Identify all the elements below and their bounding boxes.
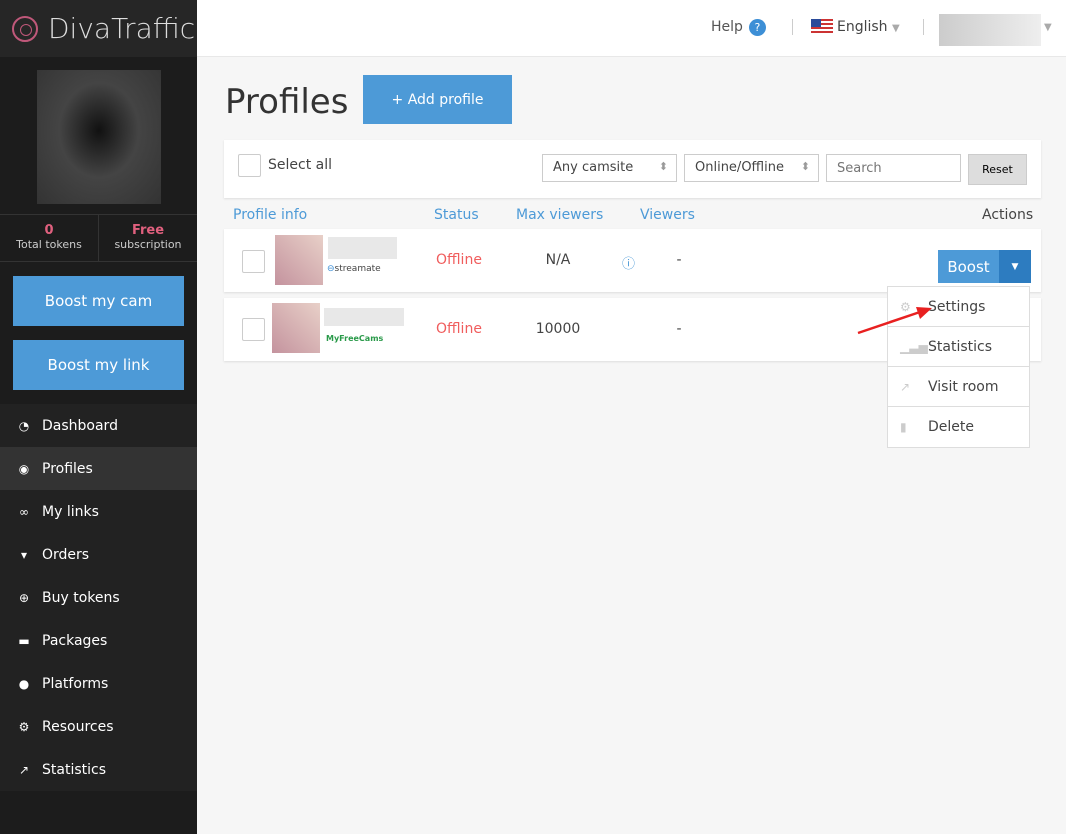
- sidebar: DivaTraffic 0 Total tokens Free subscripti…: [0, 0, 197, 834]
- help-icon: ?: [748, 19, 766, 36]
- profile-icon: ◉: [18, 461, 30, 476]
- menu-item-delete[interactable]: ▮ Delete: [888, 407, 1029, 447]
- avatar: [36, 70, 161, 204]
- profile-thumbnail: [275, 235, 323, 285]
- add-profile-button[interactable]: + Add profile: [363, 75, 512, 124]
- caret-down-icon: ▼: [892, 23, 900, 34]
- cart-icon: ▾: [20, 547, 28, 562]
- divider: [923, 19, 924, 35]
- row-checkbox[interactable]: [242, 318, 265, 341]
- myfreecams-logo: MyFreeCams: [326, 334, 384, 343]
- total-tokens: 0 Total tokens: [0, 215, 99, 261]
- header-actions: Actions: [982, 207, 1034, 223]
- sidebar-item-dashboard[interactable]: ◔ Dashboard: [0, 404, 197, 447]
- bar-chart-icon: ▁▃▅: [900, 339, 928, 354]
- filter-bar: Select all Any camsite Online/Offline Re…: [224, 140, 1041, 198]
- status-offline: Offline: [436, 252, 482, 268]
- chart-icon: ↗: [18, 762, 30, 777]
- subscription: Free subscription: [114, 223, 182, 251]
- menu-item-visit-room[interactable]: ↗ Visit room: [888, 367, 1029, 407]
- viewers: -: [676, 252, 682, 268]
- car-icon: ▬: [18, 633, 30, 648]
- status-offline: Offline: [436, 321, 482, 337]
- help-link[interactable]: Help?: [711, 19, 766, 36]
- streamate-logo: ⊖streamate: [327, 264, 381, 274]
- header-viewers: Viewers: [640, 207, 695, 223]
- boost-my-link-button[interactable]: Boost my link: [13, 340, 184, 390]
- annotation-arrow: [857, 307, 932, 335]
- info-icon[interactable]: ⓘ: [622, 253, 635, 272]
- brand-name: DivaTraffic: [48, 12, 196, 45]
- sidebar-item-resources[interactable]: ⚙ Resources: [0, 705, 197, 748]
- sidebar-item-statistics[interactable]: ↗ Statistics: [0, 748, 197, 791]
- language-dropdown[interactable]: English ▼: [811, 19, 900, 35]
- profile-thumbnail: [272, 303, 320, 353]
- boost-dropdown-toggle[interactable]: ▼: [999, 250, 1031, 283]
- external-link-icon: ↗: [900, 379, 911, 394]
- boost-button[interactable]: Boost: [938, 250, 999, 283]
- lifebuoy-icon: ⊕: [18, 590, 30, 605]
- viewers: -: [676, 321, 682, 337]
- sidebar-item-buy-tokens[interactable]: ⊕ Buy tokens: [0, 576, 197, 619]
- search-input[interactable]: [826, 154, 961, 182]
- max-viewers: N/A: [545, 252, 571, 268]
- boost-my-cam-button[interactable]: Boost my cam: [13, 276, 184, 326]
- sidebar-item-platforms[interactable]: ● Platforms: [0, 662, 197, 705]
- trash-icon: ▮: [900, 420, 907, 434]
- logo-icon: [12, 15, 38, 42]
- dashboard-icon: ◔: [18, 418, 30, 433]
- header-profile-info: Profile info: [233, 207, 308, 223]
- boost-button-group: Boost ▼: [938, 250, 1031, 283]
- header-max-viewers: Max viewers: [516, 207, 604, 223]
- caret-down-icon[interactable]: ▼: [1044, 22, 1052, 33]
- page-title: Profiles: [225, 82, 349, 122]
- account-stats: 0 Total tokens Free subscription: [0, 214, 197, 262]
- sidebar-item-my-links[interactable]: ∞ My links: [0, 490, 197, 533]
- sidebar-item-packages[interactable]: ▬ Packages: [0, 619, 197, 662]
- status-select[interactable]: Online/Offline: [684, 154, 819, 182]
- row-checkbox[interactable]: [242, 250, 265, 273]
- camsite-select[interactable]: Any camsite: [542, 154, 677, 182]
- max-viewers: 10000: [535, 321, 581, 337]
- link-icon: ∞: [19, 504, 29, 519]
- select-all-label: Select all: [268, 157, 332, 173]
- divider: [792, 19, 793, 35]
- profile-name[interactable]: [328, 237, 397, 259]
- sidebar-nav: ◔ Dashboard ◉ Profiles ∞ My links ▾ Orders ⊕…: [0, 404, 197, 791]
- us-flag-icon: [811, 19, 833, 33]
- select-all-checkbox[interactable]: [238, 154, 261, 177]
- header-status: Status: [434, 207, 479, 223]
- profile-name[interactable]: [324, 308, 404, 326]
- globe-icon: ●: [18, 676, 30, 691]
- top-bar: Help? English ▼ ▼: [197, 0, 1066, 57]
- gears-icon: ⚙: [18, 719, 30, 734]
- sidebar-item-profiles[interactable]: ◉ Profiles: [0, 447, 197, 490]
- table-row: ⊖streamate Offline N/A ⓘ - Boost ▼: [224, 229, 1041, 292]
- sidebar-item-orders[interactable]: ▾ Orders: [0, 533, 197, 576]
- logo[interactable]: DivaTraffic: [0, 0, 197, 57]
- reset-button[interactable]: Reset: [968, 154, 1027, 185]
- user-menu[interactable]: [939, 14, 1041, 46]
